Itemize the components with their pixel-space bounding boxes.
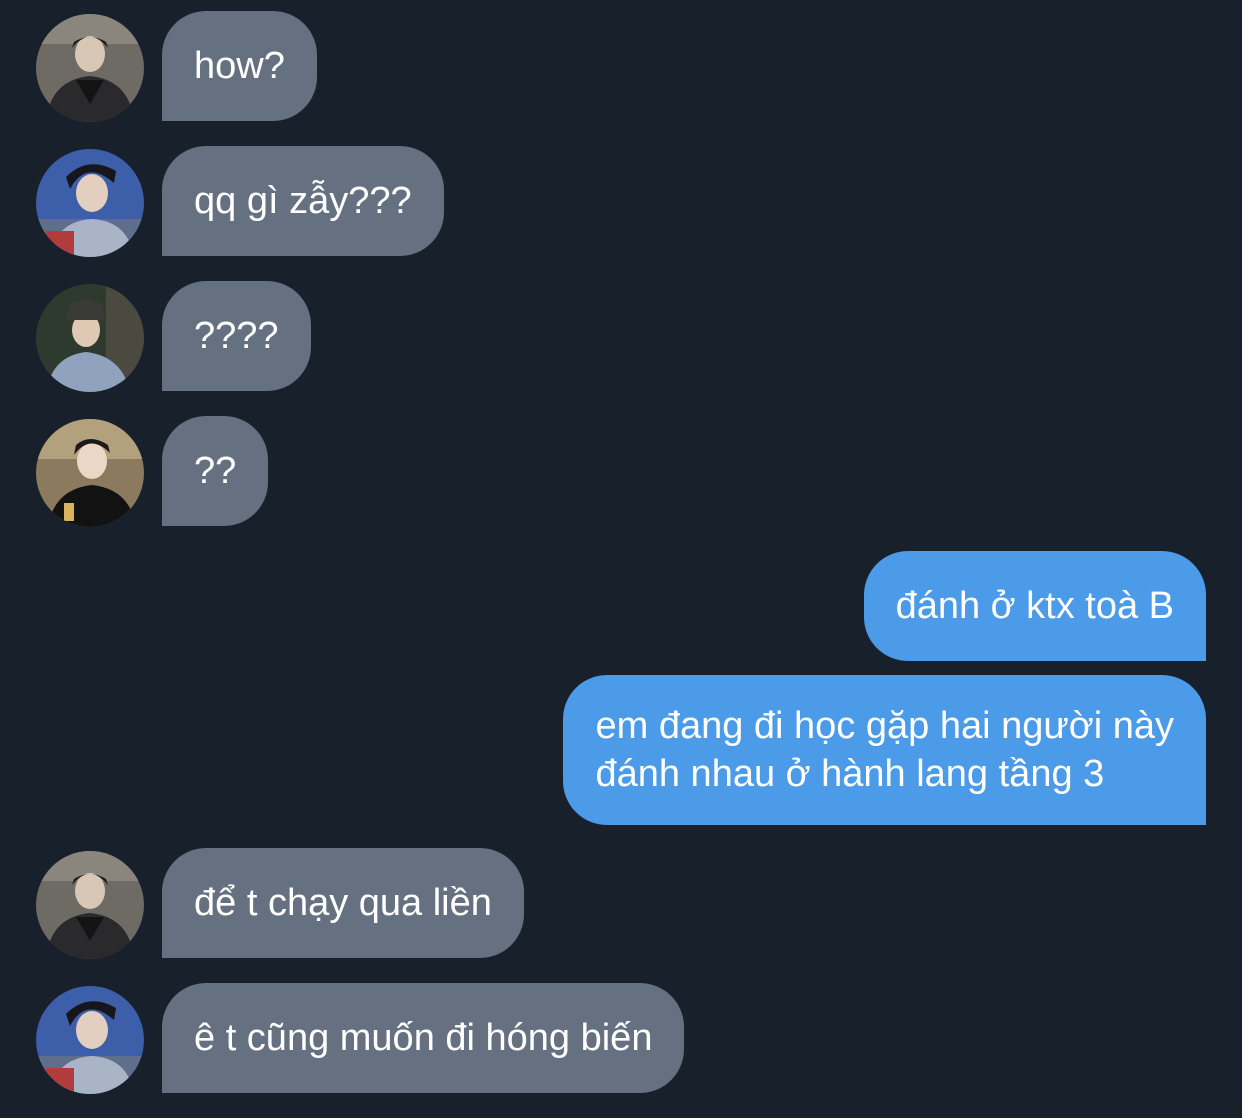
message-text: để t chạy qua liền xyxy=(194,882,492,924)
message-text: ?? xyxy=(194,450,237,492)
message-text: đánh ở ktx toà B xyxy=(895,585,1174,627)
message-text-line: em đang đi học gặp hai người này xyxy=(595,705,1174,747)
sender-avatar[interactable] xyxy=(36,14,144,122)
message-bubble[interactable]: how? xyxy=(162,11,317,121)
message-bubble[interactable]: đánh ở ktx toà B xyxy=(863,551,1206,661)
message-bubble[interactable]: để t chạy qua liền xyxy=(162,848,524,958)
message-bubble[interactable]: ê t cũng muốn đi hóng biến xyxy=(162,983,685,1093)
sender-avatar[interactable] xyxy=(36,986,144,1094)
message-text: how? xyxy=(194,45,285,87)
message-text: qq gì zẫy??? xyxy=(194,180,412,222)
sender-avatar[interactable] xyxy=(36,419,144,527)
message-text: ???? xyxy=(194,315,279,357)
message-bubble[interactable]: ?? xyxy=(162,416,269,526)
message-text: ê t cũng muốn đi hóng biến xyxy=(194,1017,653,1059)
message-bubble[interactable]: ???? xyxy=(162,281,311,391)
message-bubble[interactable]: qq gì zẫy??? xyxy=(162,146,444,256)
sender-avatar[interactable] xyxy=(36,149,144,257)
chat-thread[interactable]: how? qq gì zẫy??? ???? ?? đánh ở ktx toà… xyxy=(0,0,1242,1118)
sender-avatar[interactable] xyxy=(36,284,144,392)
message-text-line: đánh nhau ở hành lang tầng 3 xyxy=(595,753,1105,795)
message-bubble[interactable]: em đang đi học gặp hai người này đánh nh… xyxy=(563,675,1206,825)
sender-avatar[interactable] xyxy=(36,851,144,959)
